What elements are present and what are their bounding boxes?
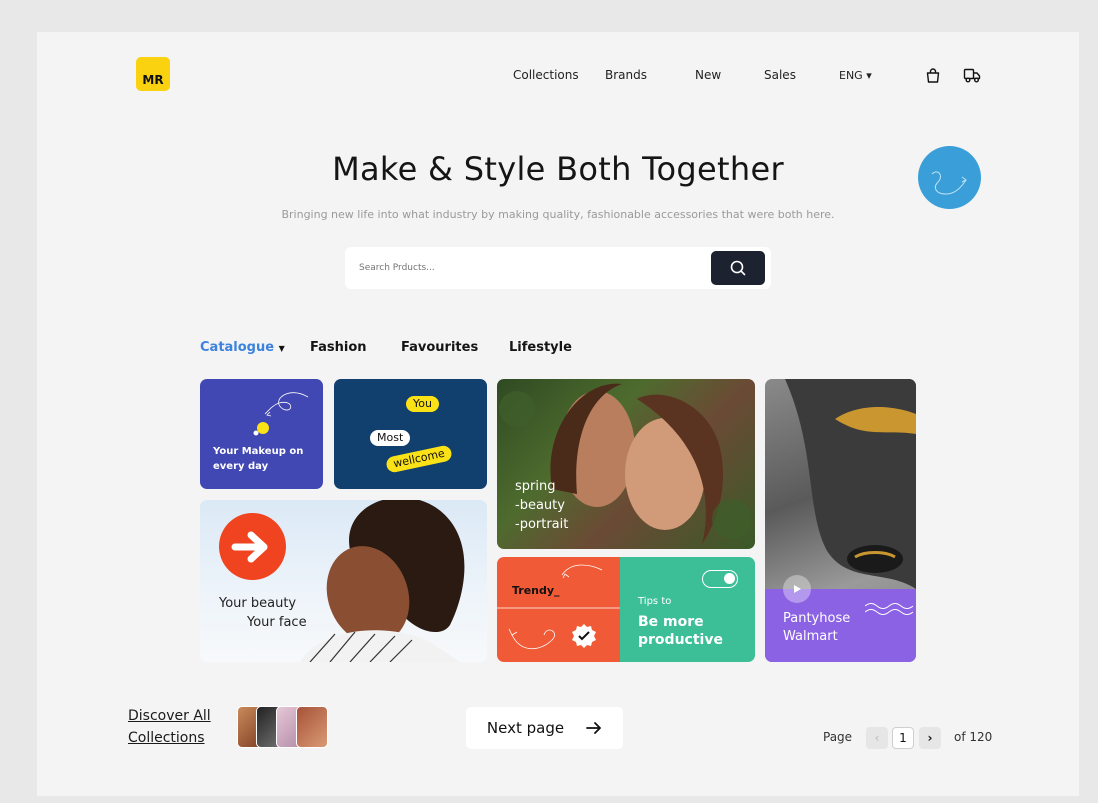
search-button[interactable] — [711, 251, 765, 285]
logo[interactable]: MR — [136, 57, 170, 91]
portrait-line-3: -portrait — [515, 517, 569, 532]
next-page-chevron-icon[interactable]: › — [919, 727, 941, 749]
pantyhose-line-2: Walmart — [783, 629, 838, 644]
tips-line-1: Tips to — [638, 596, 672, 607]
thumbnail-4 — [296, 706, 328, 748]
arrow-right-icon — [586, 722, 602, 734]
next-page-button[interactable]: Next page — [466, 707, 623, 749]
toggle-icon — [702, 570, 738, 588]
beauty-line-1: Your beauty — [219, 596, 297, 611]
card-makeup-text: Your Makeup on every day — [213, 446, 304, 472]
search-bar — [345, 247, 771, 289]
pantyhose-line-1: Pantyhose — [783, 611, 851, 626]
pagination-total: of 120 — [954, 730, 993, 744]
tab-lifestyle[interactable]: Lifestyle — [509, 340, 572, 355]
search-icon — [729, 259, 747, 277]
pill-you: You — [406, 396, 439, 412]
play-icon[interactable] — [783, 575, 811, 603]
pagination-current-page[interactable]: 1 — [892, 727, 914, 749]
delivery-truck-icon[interactable] — [963, 66, 981, 84]
tab-favourites[interactable]: Favourites — [401, 340, 478, 355]
tab-catalogue-label: Catalogue — [200, 340, 275, 355]
decorative-blue-circle — [918, 146, 981, 209]
card-beauty[interactable]: Your beauty Your face — [200, 500, 487, 662]
collection-thumbnails[interactable] — [237, 706, 333, 750]
language-selector[interactable]: ENG ▾ — [839, 69, 872, 82]
pill-most: Most — [370, 430, 411, 446]
discover-all-link-line-2[interactable]: Collections — [128, 730, 205, 746]
portrait-line-2: -beauty — [515, 498, 565, 513]
beauty-line-2: Your face — [247, 615, 307, 630]
pagination-label: Page — [823, 730, 853, 744]
next-page-label: Next page — [486, 719, 565, 737]
card-tips[interactable]: Tips to Be more productive — [620, 557, 755, 662]
card-pantyhose[interactable]: Pantyhose Walmart — [765, 379, 916, 662]
card-portrait[interactable]: spring -beauty -portrait — [497, 379, 755, 549]
tab-fashion[interactable]: Fashion — [310, 340, 367, 355]
nav-sales[interactable]: Sales — [764, 68, 796, 82]
nav-new[interactable]: New — [695, 68, 721, 82]
card-trendy[interactable]: Trendy_ — [497, 557, 620, 662]
tips-line-2: Be more — [638, 614, 704, 630]
page-subtitle: Bringing new life into what industry by … — [281, 208, 835, 221]
arrow-right-icon[interactable] — [219, 513, 286, 580]
card-makeup[interactable]: Your Makeup on every day — [200, 379, 323, 489]
portrait-line-1: spring — [515, 479, 556, 494]
tips-line-3: productive — [638, 632, 723, 648]
page: MR Collections Brands New Sales ENG ▾ Ma… — [37, 32, 1079, 796]
checkmark-badge-icon — [571, 623, 597, 649]
search-input[interactable] — [359, 247, 689, 289]
pill-wellcome: wellcome — [385, 444, 454, 474]
prev-page-chevron-icon[interactable]: ‹ — [866, 727, 888, 749]
card-portrait-text: spring -beauty -portrait — [515, 477, 568, 534]
chevron-down-icon: ▼ — [278, 344, 285, 353]
card-pantyhose-text: Pantyhose Walmart — [783, 610, 850, 646]
card-trendy-text: Trendy_ — [512, 584, 560, 597]
wave-decoration — [865, 603, 914, 615]
nav-brands[interactable]: Brands — [605, 68, 647, 82]
discover-all-link-line-1[interactable]: Discover All — [128, 708, 211, 724]
card-welcome[interactable]: You Most wellcome — [334, 379, 487, 489]
shopping-bag-icon[interactable] — [924, 66, 942, 84]
nav-collections[interactable]: Collections — [513, 68, 579, 82]
card-tips-title: Be more productive — [638, 613, 723, 649]
card-beauty-text: Your beauty Your face — [219, 594, 307, 632]
tab-catalogue[interactable]: Catalogue ▼ — [200, 340, 285, 355]
